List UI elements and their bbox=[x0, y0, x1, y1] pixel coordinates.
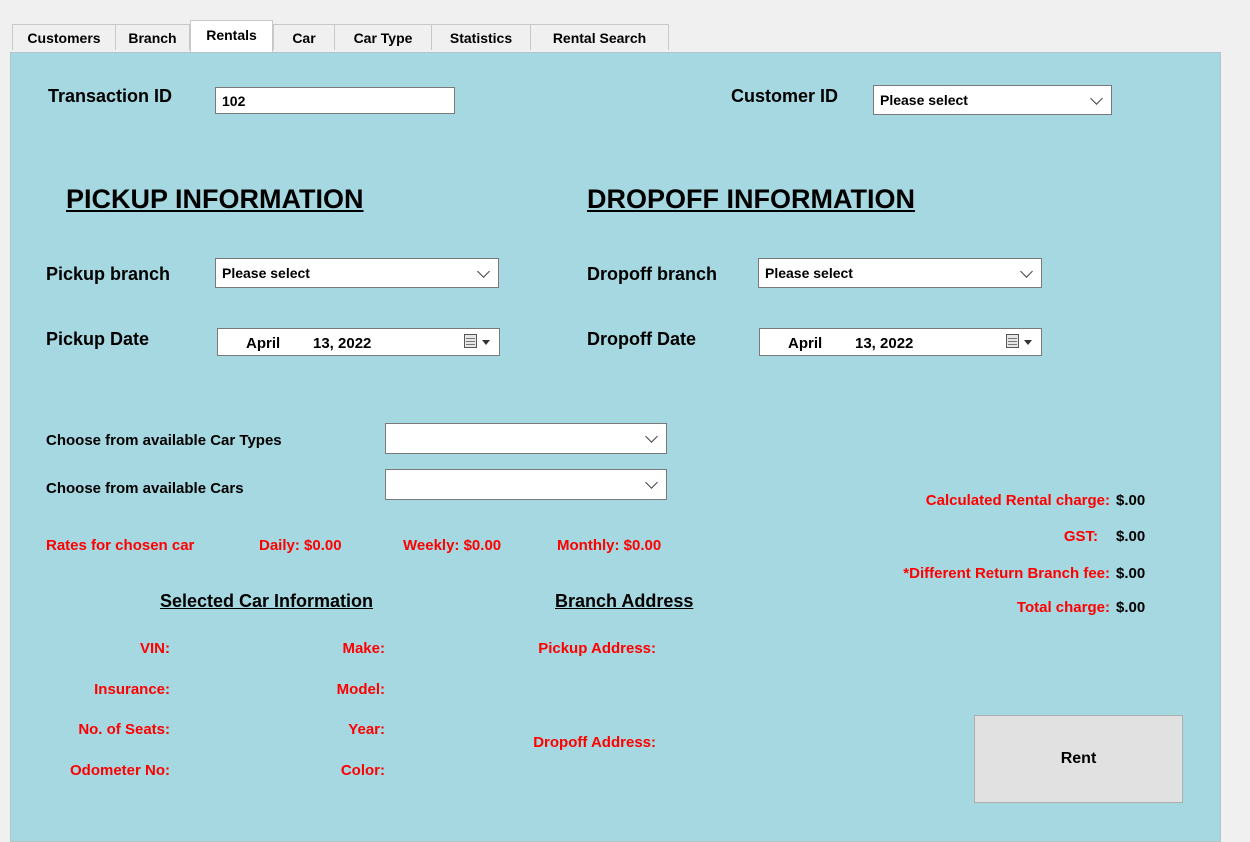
dropoff-branch-value: Please select bbox=[765, 265, 853, 281]
gst-value: $.00 bbox=[1116, 528, 1146, 545]
cars-label: Choose from available Cars bbox=[46, 480, 244, 497]
cars-select[interactable] bbox=[385, 469, 667, 500]
pickup-address-label: Pickup Address: bbox=[538, 640, 656, 657]
chevron-down-icon bbox=[477, 265, 490, 278]
pickup-branch-select[interactable]: Please select bbox=[215, 258, 499, 288]
tab-rental-search[interactable]: Rental Search bbox=[530, 24, 669, 50]
return-branch-fee-value: $.00 bbox=[1116, 565, 1146, 582]
car-types-label: Choose from available Car Types bbox=[46, 432, 282, 449]
pickup-branch-label: Pickup branch bbox=[46, 264, 171, 284]
tab-customers[interactable]: Customers bbox=[12, 24, 116, 50]
calendar-icon[interactable] bbox=[1006, 334, 1019, 348]
rental-charge-label: Calculated Rental charge: bbox=[925, 492, 1110, 509]
rates-label: Rates for chosen car bbox=[46, 537, 195, 554]
return-branch-fee-label: *Different Return Branch fee: bbox=[903, 565, 1110, 582]
pickup-branch-value: Please select bbox=[222, 265, 310, 281]
pickup-date-day-year: 13, 2022 bbox=[313, 335, 372, 352]
total-charge-label: Total charge: bbox=[1016, 599, 1110, 616]
tab-branch[interactable]: Branch bbox=[115, 24, 190, 50]
tab-car[interactable]: Car bbox=[273, 24, 335, 50]
pickup-heading: PICKUP INFORMATION bbox=[66, 184, 364, 214]
tab-car-type[interactable]: Car Type bbox=[334, 24, 432, 50]
dropdown-arrow-icon[interactable] bbox=[482, 340, 490, 345]
odometer-label: Odometer No: bbox=[69, 762, 170, 779]
dropoff-branch-select[interactable]: Please select bbox=[758, 258, 1042, 288]
customer-id-select[interactable]: Please select bbox=[873, 85, 1112, 115]
transaction-id-input[interactable]: 102 bbox=[215, 87, 455, 114]
dropoff-date-day-year: 13, 2022 bbox=[855, 335, 914, 352]
make-label: Make: bbox=[342, 640, 385, 657]
dropoff-date-label: Dropoff Date bbox=[587, 329, 696, 349]
chevron-down-icon bbox=[645, 430, 658, 443]
chevron-down-icon bbox=[1020, 265, 1033, 278]
gst-label: GST: bbox=[1063, 528, 1098, 545]
transaction-id-label: Transaction ID bbox=[48, 86, 173, 106]
customer-id-value: Please select bbox=[880, 92, 968, 108]
rate-daily: Daily: $0.00 bbox=[259, 537, 342, 554]
selected-car-info-heading: Selected Car Information bbox=[160, 591, 374, 611]
color-label: Color: bbox=[340, 762, 385, 779]
vin-label: VIN: bbox=[140, 640, 170, 657]
dropoff-heading: DROPOFF INFORMATION bbox=[587, 184, 915, 214]
year-label: Year: bbox=[348, 721, 385, 738]
chevron-down-icon bbox=[645, 476, 658, 489]
rental-charge-value: $.00 bbox=[1116, 492, 1146, 509]
chevron-down-icon bbox=[1090, 92, 1103, 105]
rent-button[interactable]: Rent bbox=[974, 715, 1183, 803]
dropoff-address-label: Dropoff Address: bbox=[533, 734, 656, 751]
pickup-date-month: April bbox=[246, 335, 281, 352]
calendar-icon[interactable] bbox=[464, 334, 477, 348]
dropdown-arrow-icon[interactable] bbox=[1024, 340, 1032, 345]
model-label: Model: bbox=[336, 681, 385, 698]
tab-statistics[interactable]: Statistics bbox=[431, 24, 531, 50]
pickup-date-label: Pickup Date bbox=[46, 329, 150, 349]
insurance-label: Insurance: bbox=[94, 681, 170, 698]
rate-monthly: Monthly: $0.00 bbox=[557, 537, 662, 554]
customer-id-label: Customer ID bbox=[731, 86, 839, 106]
rate-weekly: Weekly: $0.00 bbox=[403, 537, 502, 554]
branch-address-heading: Branch Address bbox=[555, 591, 694, 611]
tab-rentals[interactable]: Rentals bbox=[190, 20, 273, 52]
car-types-select[interactable] bbox=[385, 423, 667, 454]
dropoff-date-month: April bbox=[788, 335, 823, 352]
total-charge-value: $.00 bbox=[1116, 599, 1146, 616]
seats-label: No. of Seats: bbox=[78, 721, 170, 738]
dropoff-date-picker[interactable]: April 13, 2022 bbox=[759, 328, 1042, 356]
pickup-date-picker[interactable]: April 13, 2022 bbox=[217, 328, 500, 356]
dropoff-branch-label: Dropoff branch bbox=[587, 264, 717, 284]
